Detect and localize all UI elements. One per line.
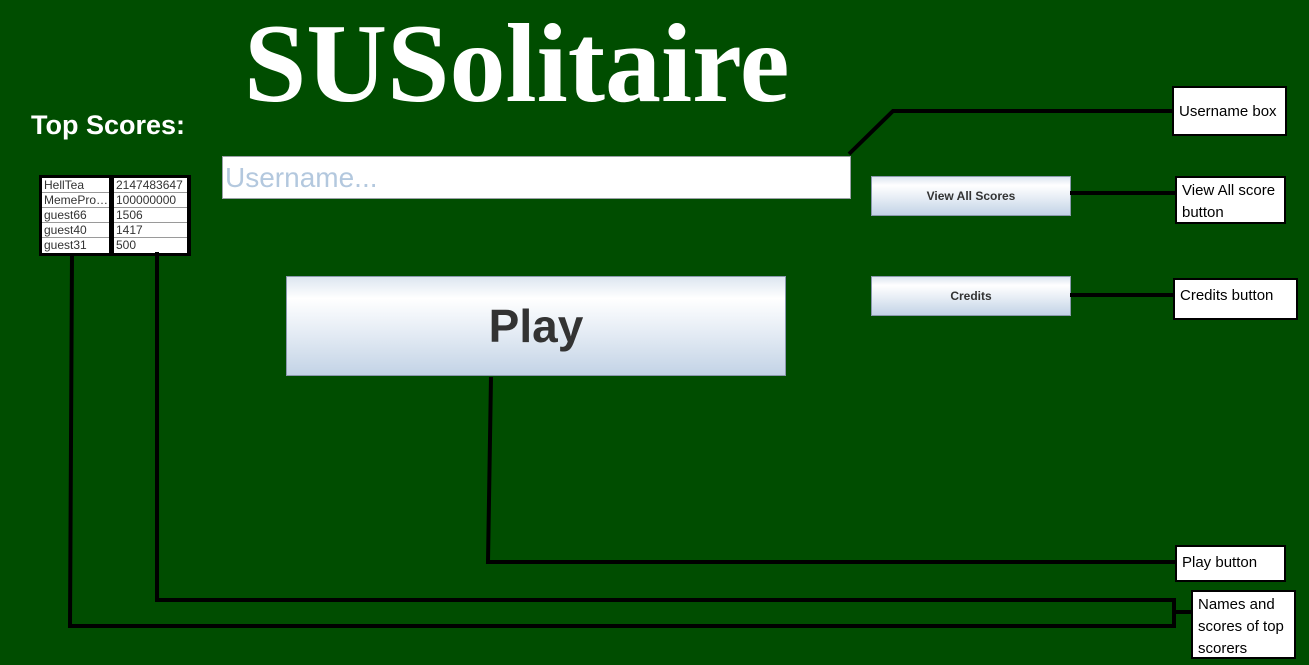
username-callout-line bbox=[847, 109, 1174, 156]
play-callout-line bbox=[485, 376, 1176, 564]
top-scorers-callout: Names and scores of top scorers bbox=[1191, 590, 1296, 659]
username-box-callout: Username box bbox=[1172, 86, 1287, 136]
credits-button-callout: Credits button bbox=[1173, 278, 1298, 320]
play-button-callout: Play button bbox=[1175, 545, 1286, 582]
view-all-score-callout: View All score button bbox=[1175, 176, 1286, 224]
names-callout-line bbox=[67, 254, 1192, 628]
scores-callout-line bbox=[155, 252, 1176, 612]
annotation-lines bbox=[67, 109, 1192, 628]
